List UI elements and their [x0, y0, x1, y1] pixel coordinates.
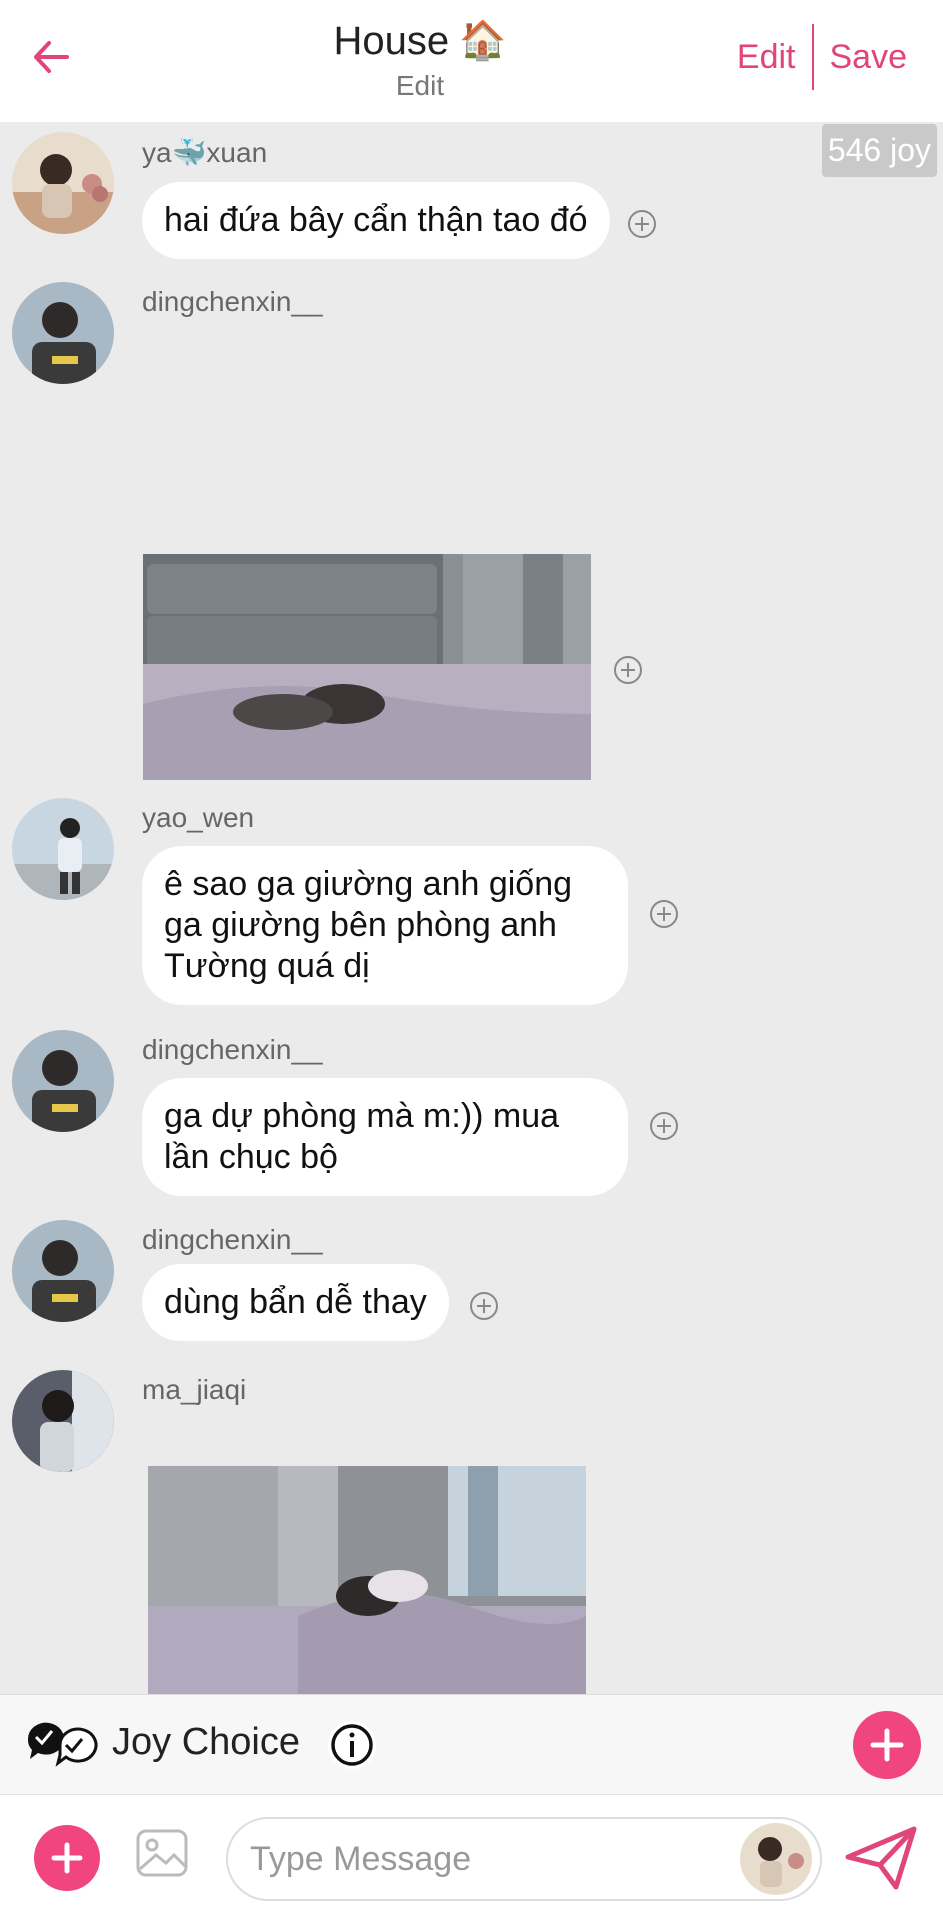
joy-choice-label[interactable]: Joy Choice: [112, 1721, 300, 1764]
header-actions: Edit Save: [721, 24, 923, 90]
username: ma_jiaqi: [142, 1374, 247, 1405]
info-icon[interactable]: [326, 1719, 378, 1771]
add-attachment-button[interactable]: [34, 1825, 100, 1891]
arrow-left-icon: [34, 41, 69, 73]
gallery-icon[interactable]: [134, 1825, 190, 1881]
username: ya🐳xuan: [142, 137, 268, 168]
avatar[interactable]: [12, 798, 114, 900]
joy-choice-icon[interactable]: [22, 1717, 102, 1773]
page-subtitle: Edit: [395, 70, 445, 101]
react-plus-icon[interactable]: [648, 1110, 680, 1142]
react-plus-icon[interactable]: [468, 1290, 500, 1322]
avatar[interactable]: [740, 1823, 812, 1895]
message-image[interactable]: [148, 1466, 586, 1694]
message-input[interactable]: [226, 1817, 822, 1901]
page-title: House 🏠: [250, 14, 590, 68]
plus-icon: [870, 1728, 904, 1762]
avatar[interactable]: [12, 132, 114, 234]
chat-message: yao_wen ê sao ga giường anh giống ga giư…: [0, 798, 943, 1008]
message-input-bar: [0, 1794, 943, 1920]
chat-message: dingchenxin__ dùng bẩn dễ thay: [0, 1220, 943, 1350]
save-button[interactable]: Save: [814, 38, 924, 77]
username: yao_wen: [142, 802, 255, 833]
message-bubble[interactable]: ga dự phòng mà m:)) mua lần chục bộ: [142, 1078, 628, 1196]
username: dingchenxin__: [142, 1224, 323, 1255]
avatar[interactable]: [12, 1220, 114, 1322]
chat-message: dingchenxin__ ga dự phòng mà m:)) mua lầ…: [0, 1030, 943, 1200]
joy-choice-bar: Joy Choice: [0, 1694, 943, 1794]
send-icon[interactable]: [844, 1823, 920, 1893]
avatar[interactable]: [12, 1030, 114, 1132]
chat-list[interactable]: 546 joy ya🐳xuan hai đứa bây cẩn thận tao…: [0, 122, 943, 1694]
page-title-text: House: [333, 18, 450, 63]
react-plus-icon[interactable]: [612, 654, 644, 686]
username: dingchenxin__: [142, 1034, 323, 1065]
joy-add-button[interactable]: [853, 1711, 921, 1779]
message-image[interactable]: [143, 554, 591, 780]
house-emoji-icon: 🏠: [459, 20, 507, 62]
plus-icon: [51, 1842, 83, 1874]
react-plus-icon[interactable]: [626, 208, 658, 240]
message-bubble[interactable]: hai đứa bây cẩn thận tao đó: [142, 182, 610, 259]
username: dingchenxin__: [142, 286, 323, 317]
edit-button[interactable]: Edit: [721, 38, 812, 77]
avatar[interactable]: [12, 282, 114, 384]
app-header: House 🏠 Edit Edit Save: [0, 0, 943, 122]
chat-message: ya🐳xuan hai đứa bây cẩn thận tao đó: [0, 132, 943, 259]
title-block: House 🏠 Edit: [250, 14, 590, 102]
chat-message: ma_jiaqi: [0, 1370, 943, 1694]
message-bubble[interactable]: ê sao ga giường anh giống ga giường bên …: [142, 846, 628, 1005]
avatar[interactable]: [12, 1370, 114, 1472]
back-button[interactable]: [24, 30, 78, 84]
message-bubble[interactable]: dùng bẩn dễ thay: [142, 1264, 449, 1341]
chat-message: dingchenxin__: [0, 282, 943, 782]
react-plus-icon[interactable]: [648, 898, 680, 930]
